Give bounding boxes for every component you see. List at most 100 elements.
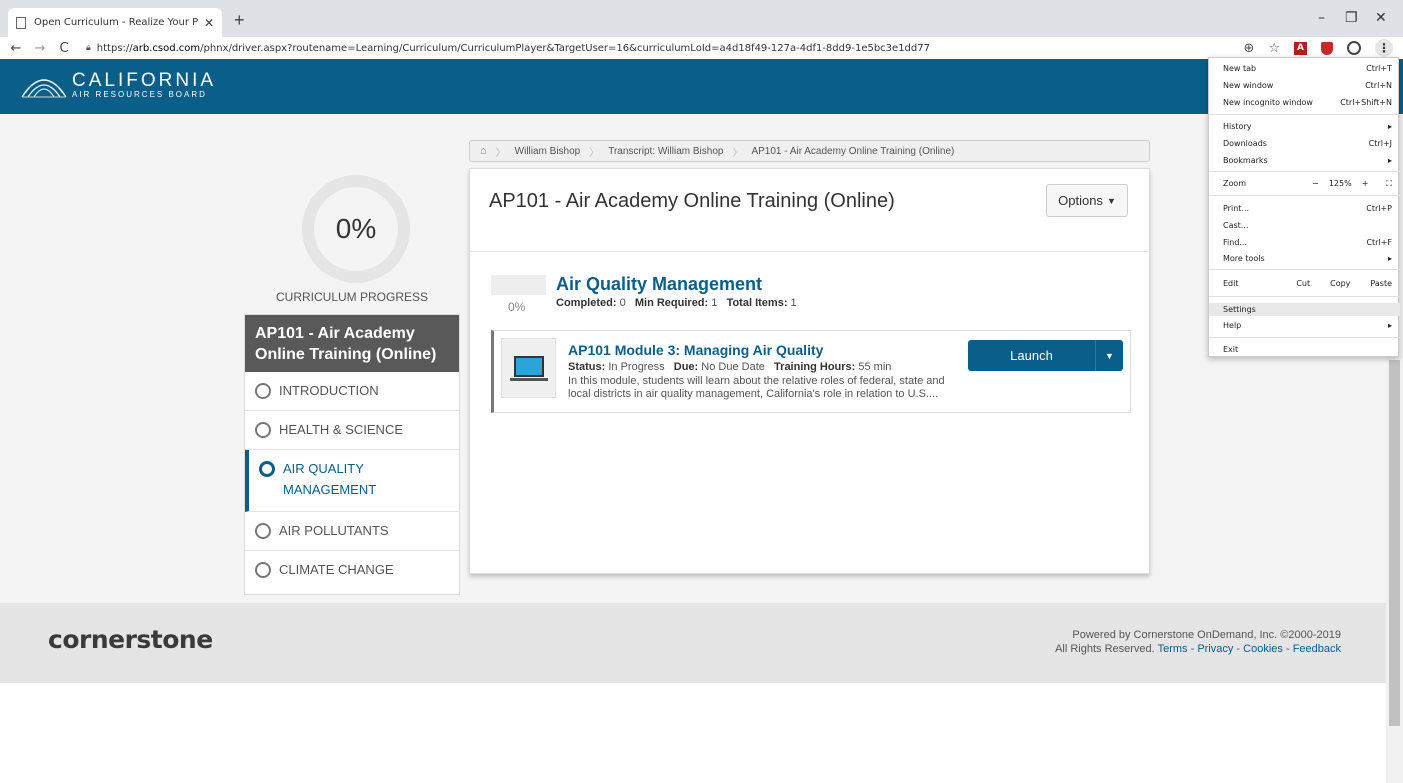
menu-item-settings[interactable]: Settings: [1223, 305, 1392, 314]
launch-button[interactable]: Launch ▼: [968, 340, 1123, 371]
copy-button[interactable]: Copy: [1330, 279, 1350, 288]
terms-link[interactable]: Terms: [1158, 643, 1188, 655]
menu-item-exit[interactable]: Exit: [1223, 345, 1392, 354]
address-bar[interactable]: https://arb.csod.com/phnx/driver.aspx?ro…: [97, 43, 930, 54]
privacy-link[interactable]: Privacy: [1197, 643, 1233, 655]
zoom-out-button[interactable]: −: [1312, 179, 1319, 189]
sidebar-item-label: AIR POLLUTANTS: [279, 523, 389, 538]
restore-button[interactable]: ❐: [1345, 10, 1358, 26]
zoom-in-button[interactable]: +: [1362, 179, 1369, 189]
curriculum-card: AP101 - Air Academy Online Training (Onl…: [469, 168, 1150, 574]
min-required-value: 1: [711, 297, 718, 309]
zoom-icon[interactable]: ⊕: [1243, 41, 1254, 56]
menu-item-new-window[interactable]: New window Ctrl+N: [1223, 81, 1392, 90]
fullscreen-icon[interactable]: ⛶: [1386, 179, 1392, 189]
laptop-icon: [501, 338, 556, 398]
menu-item-bookmarks[interactable]: Bookmarks ▸: [1223, 156, 1392, 165]
menu-item-help[interactable]: Help ▸: [1223, 321, 1392, 330]
feedback-link[interactable]: Feedback: [1293, 643, 1341, 655]
footer-text: Powered by Cornerstone OnDemand, Inc. ©2…: [1055, 629, 1341, 655]
menu-item-history[interactable]: History ▸: [1223, 122, 1392, 131]
forward-arrow-icon[interactable]: →: [32, 41, 48, 56]
item-description: In this module, students will learn abou…: [568, 375, 945, 400]
menu-item-new-tab[interactable]: New tab Ctrl+T: [1223, 64, 1392, 73]
section-title[interactable]: Air Quality Management: [556, 274, 762, 295]
item-title[interactable]: AP101 Module 3: Managing Air Quality: [568, 342, 823, 358]
scrollbar-thumb[interactable]: [1389, 360, 1400, 726]
status-label: Status:: [568, 361, 606, 373]
due-value: No Due Date: [701, 361, 765, 373]
close-window-button[interactable]: ✕: [1375, 10, 1387, 26]
paste-button[interactable]: Paste: [1370, 279, 1392, 288]
home-icon[interactable]: ⌂: [480, 145, 487, 157]
menu-item-find[interactable]: Find... Ctrl+F: [1223, 238, 1392, 247]
menu-separator: [1209, 114, 1400, 115]
circle-icon: [255, 562, 271, 578]
back-arrow-icon[interactable]: ←: [8, 41, 24, 56]
circle-icon: [255, 422, 271, 438]
menu-separator: [1209, 337, 1400, 338]
sidebar-title: AP101 - Air Academy Online Training (Onl…: [245, 315, 459, 372]
menu-label: Exit: [1223, 345, 1239, 354]
menu-shortcut: Ctrl+F: [1366, 238, 1392, 247]
chrome-menu: New tab Ctrl+T New window Ctrl+N New incog…: [1208, 57, 1400, 357]
new-tab-button[interactable]: +: [234, 11, 245, 29]
training-item: AP101 Module 3: Managing Air Quality Sta…: [491, 330, 1131, 413]
carb-logo[interactable]: CALIFORNIA AIR RESOURCES BOARD: [20, 71, 216, 99]
circle-icon: [255, 383, 271, 399]
browser-toolbar: ← → C 🔒︎ https://arb.csod.com/phnx/drive…: [0, 37, 1403, 59]
menu-item-downloads[interactable]: Downloads Ctrl+J: [1223, 139, 1392, 148]
carb-arc-logo-icon: [21, 79, 67, 98]
menu-item-incognito[interactable]: New incognito window Ctrl+Shift+N: [1223, 98, 1392, 107]
menu-label: New incognito window: [1223, 98, 1313, 107]
close-tab-icon[interactable]: ✕: [204, 16, 214, 30]
menu-shortcut: Ctrl+T: [1366, 64, 1392, 73]
url-host: arb.csod.com: [132, 42, 201, 54]
training-hours-label: Training Hours:: [774, 361, 856, 373]
sidebar-item-air-pollutants[interactable]: AIR POLLUTANTS: [245, 512, 459, 551]
menu-shortcut: Ctrl+P: [1366, 204, 1392, 213]
menu-item-print[interactable]: Print... Ctrl+P: [1223, 204, 1392, 213]
chrome-menu-icon[interactable]: ⋮: [1375, 39, 1393, 57]
menu-label: New tab: [1223, 64, 1257, 73]
divider: [470, 251, 1149, 252]
progress-label: CURRICULUM PROGRESS: [275, 290, 428, 304]
browser-tab[interactable]: Open Curriculum - Realize Your P ✕: [8, 8, 222, 37]
item-meta: Status: In Progress Due: No Due Date Tra…: [568, 361, 891, 373]
breadcrumb-separator: 〉: [589, 147, 600, 159]
progress-percent: 0%: [335, 213, 377, 244]
status-value: In Progress: [608, 361, 665, 373]
lock-icon: 🔒︎: [86, 43, 91, 53]
options-label: Options: [1058, 193, 1103, 208]
breadcrumb-item[interactable]: Transcript: William Bishop: [608, 146, 723, 157]
breadcrumb-separator: 〉: [495, 147, 506, 159]
menu-item-cast[interactable]: Cast...: [1223, 221, 1392, 230]
account-icon[interactable]: [1347, 41, 1361, 55]
sidebar-item-air-quality-management[interactable]: AIR QUALITY MANAGEMENT: [245, 450, 459, 512]
sidebar-item-climate-change[interactable]: CLIMATE CHANGE: [245, 551, 459, 589]
circle-icon: [259, 461, 275, 477]
submenu-arrow-icon: ▸: [1387, 254, 1392, 263]
menu-separator: [1209, 296, 1400, 297]
reload-icon[interactable]: C: [56, 41, 72, 56]
cookies-link[interactable]: Cookies: [1243, 643, 1283, 655]
menu-item-more-tools[interactable]: More tools ▸: [1223, 254, 1392, 263]
cut-button[interactable]: Cut: [1296, 279, 1310, 288]
sidebar-item-introduction[interactable]: INTRODUCTION: [245, 372, 459, 411]
minimize-button[interactable]: –: [1318, 10, 1325, 26]
launch-dropdown-icon[interactable]: ▼: [1095, 340, 1123, 371]
breadcrumb-item[interactable]: William Bishop: [515, 146, 581, 157]
options-button[interactable]: Options ▼: [1046, 184, 1128, 217]
pdf-extension-icon[interactable]: A: [1294, 41, 1307, 55]
min-required-label: Min Required:: [634, 297, 709, 309]
menu-separator: [1209, 269, 1400, 270]
shield-extension-icon[interactable]: [1321, 41, 1333, 55]
star-icon[interactable]: ☆: [1268, 41, 1280, 56]
total-items-label: Total Items:: [726, 297, 788, 309]
sidebar-item-label: INTRODUCTION: [279, 383, 379, 398]
url-path: /phnx/driver.aspx?routename=Learning/Cur…: [200, 42, 930, 54]
breadcrumb-separator: 〉: [732, 147, 743, 159]
sidebar-item-label: HEALTH & SCIENCE: [279, 422, 404, 437]
launch-label[interactable]: Launch: [968, 340, 1095, 371]
sidebar-item-health-science[interactable]: HEALTH & SCIENCE: [245, 411, 459, 450]
